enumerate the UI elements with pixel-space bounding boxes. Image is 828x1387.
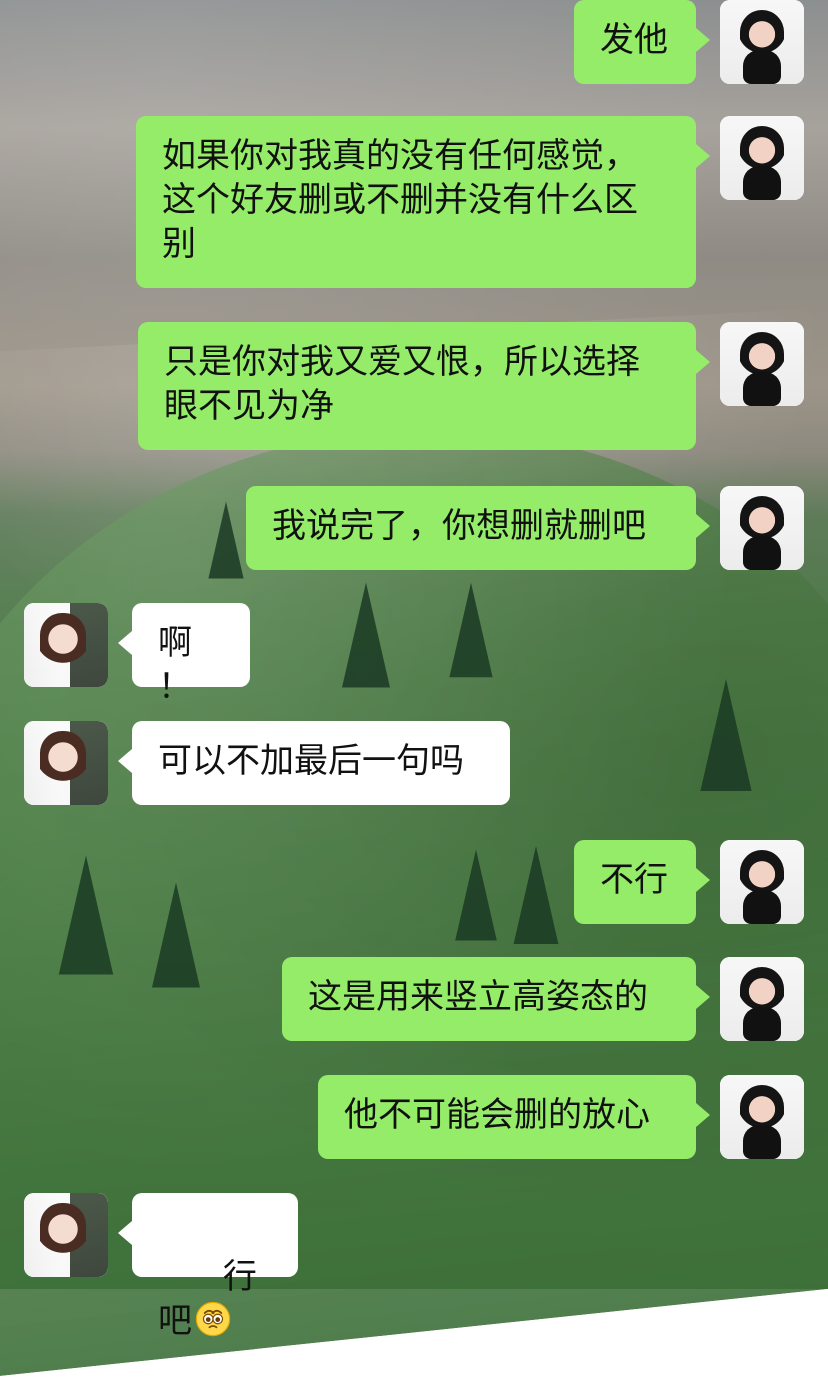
avatar-image [720,0,804,84]
message-row: 如果你对我真的没有任何感觉， 这个好友删或不删并没有什么区 别 [0,116,828,316]
message-bubble-self[interactable]: 不行 [574,840,710,924]
avatar-other[interactable] [24,603,108,687]
avatar-self[interactable] [720,0,804,84]
avatar-image [720,486,804,570]
message-bubble-other[interactable]: 啊！ [118,603,250,707]
avatar-image [720,1075,804,1159]
avatar-image [720,322,804,406]
message-row: 啊！ [0,603,828,707]
avatar-self[interactable] [720,957,804,1041]
chat-thread[interactable]: 发他 如果你对我真的没有任何感觉， 这个好友删或不删并没有什么区 别 只是你对我… [0,0,828,1341]
avatar-self[interactable] [720,840,804,924]
message-row: 只是你对我又爱又恨，所以选择 眼不见为净 [0,322,828,462]
avatar-self[interactable] [720,486,804,570]
avatar-image [720,116,804,200]
avatar-image [24,603,108,687]
avatar-self[interactable] [720,116,804,200]
message-bubble-other[interactable]: 行吧 [118,1193,298,1341]
avatar-self[interactable] [720,322,804,406]
message-bubble-self[interactable]: 我说完了，你想删就删吧 [246,486,710,570]
message-bubble-self[interactable]: 只是你对我又爱又恨，所以选择 眼不见为净 [138,322,710,450]
message-row: 不行 [0,840,828,940]
avatar-image [720,957,804,1041]
message-row: 发他 [0,0,828,120]
avatar-other[interactable] [24,721,108,805]
message-bubble-self[interactable]: 这是用来竖立高姿态的 [282,957,710,1041]
avatar-image [24,721,108,805]
avatar-image [24,1193,108,1277]
avatar-self[interactable] [720,1075,804,1159]
message-row: 行吧 [0,1193,828,1341]
message-bubble-self[interactable]: 如果你对我真的没有任何感觉， 这个好友删或不删并没有什么区 别 [136,116,710,288]
message-bubble-self[interactable]: 发他 [574,0,710,84]
message-row: 我说完了，你想删就删吧 [0,486,828,586]
message-row: 他不可能会删的放心 [0,1075,828,1175]
message-row: 这是用来竖立高姿态的 [0,957,828,1057]
message-row: 可以不加最后一句吗 [0,721,828,821]
pleading-face-icon [195,1301,231,1337]
message-bubble-self[interactable]: 他不可能会删的放心 [318,1075,710,1159]
avatar-image [720,840,804,924]
message-bubble-other[interactable]: 可以不加最后一句吗 [118,721,510,805]
avatar-other[interactable] [24,1193,108,1277]
